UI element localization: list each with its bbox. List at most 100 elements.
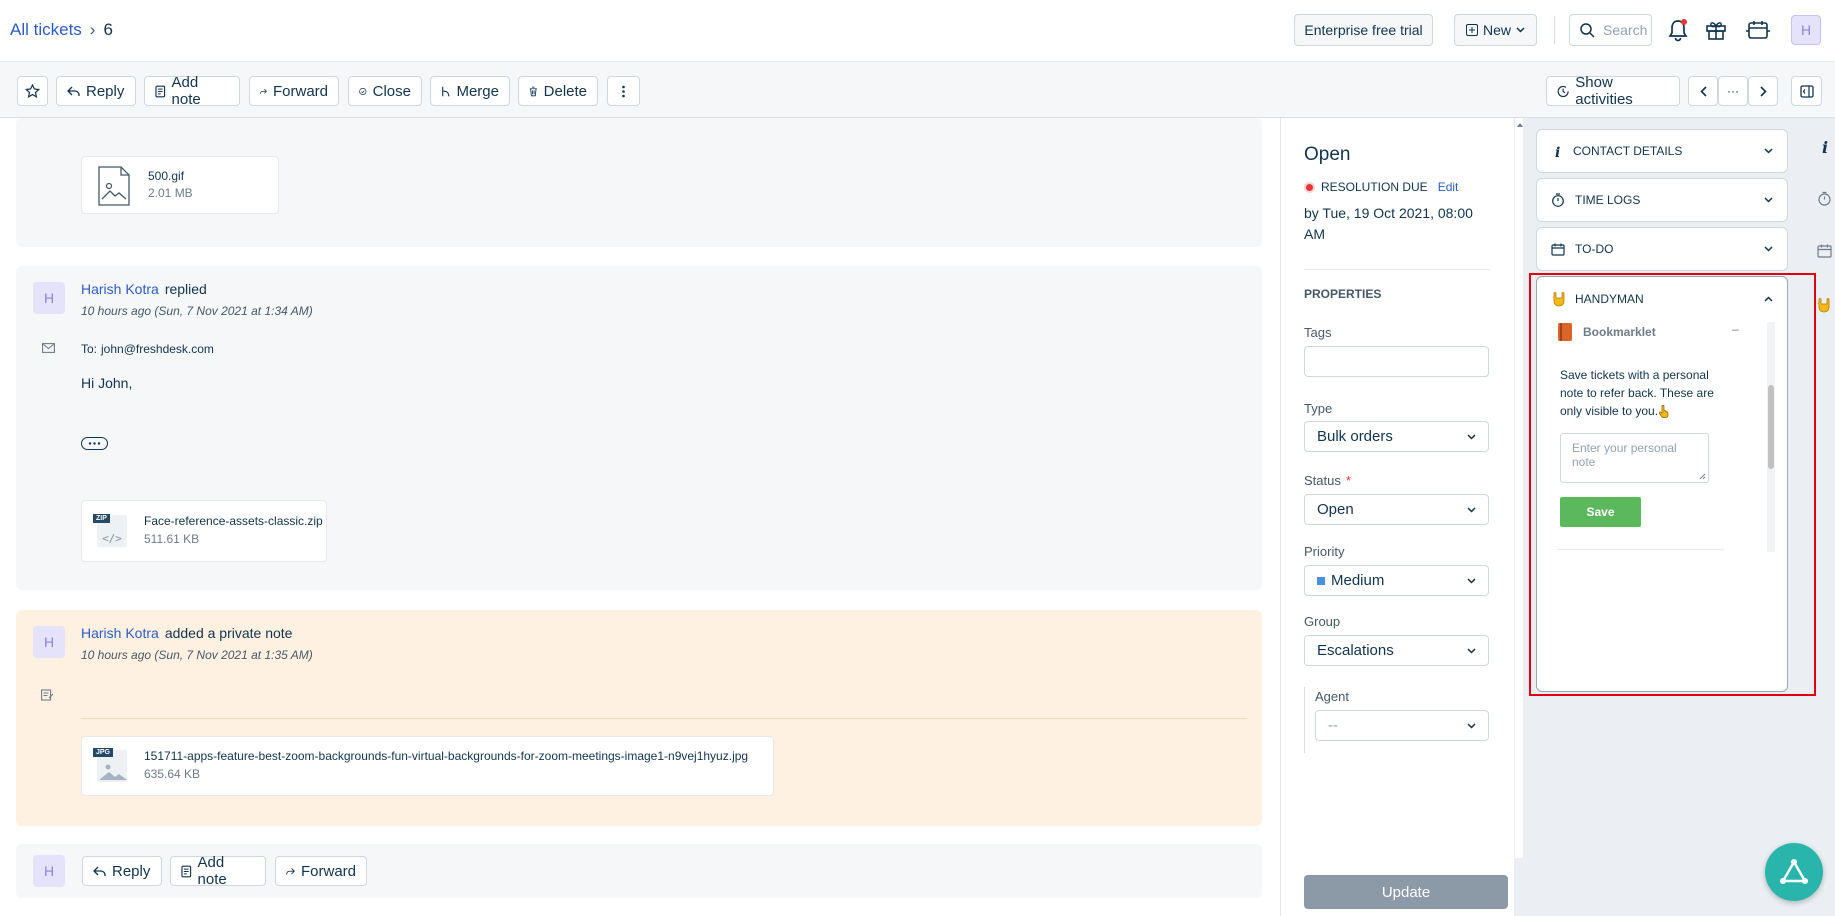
merge-icon bbox=[442, 86, 450, 96]
chevron-down-icon bbox=[1764, 197, 1773, 203]
contact-details-accordion[interactable]: i CONTACT DETAILS bbox=[1536, 129, 1788, 173]
group-label: Group bbox=[1304, 614, 1341, 629]
svg-text:i: i bbox=[1555, 145, 1560, 158]
type-label: Type bbox=[1304, 401, 1333, 416]
more-actions-button[interactable] bbox=[607, 76, 640, 106]
ticket-status-title: Open bbox=[1304, 144, 1351, 165]
bookmarklet-collapse-button[interactable]: – bbox=[1732, 322, 1739, 336]
author-name[interactable]: Harish Kotra bbox=[81, 281, 159, 297]
footer-add-note-button[interactable]: Add note bbox=[170, 854, 266, 888]
tags-input[interactable] bbox=[1304, 346, 1489, 377]
attachment-jpg[interactable]: JPG 151711-apps-feature-best-zoom-backgr… bbox=[81, 736, 774, 796]
overdue-dot-icon bbox=[1304, 181, 1315, 193]
previous-message-card: 500.gif 2.01 MB bbox=[16, 118, 1262, 247]
previous-ticket-button[interactable] bbox=[1688, 76, 1718, 106]
show-quoted-text-button[interactable] bbox=[81, 437, 108, 450]
footer-reply-button[interactable]: Reply bbox=[82, 856, 162, 886]
chevron-down-icon bbox=[1764, 246, 1773, 252]
attachment-zip[interactable]: </> ZIP Face-reference-assets-classic.zi… bbox=[81, 500, 327, 562]
enterprise-trial-button[interactable]: Enterprise free trial bbox=[1294, 14, 1433, 46]
chevron-down-icon bbox=[1764, 148, 1773, 154]
history-icon bbox=[1557, 85, 1569, 97]
gift-icon[interactable] bbox=[1704, 17, 1728, 43]
status-label-row: Status * bbox=[1304, 473, 1351, 488]
book-icon bbox=[1558, 323, 1572, 341]
vertical-dots-icon bbox=[622, 85, 625, 97]
priority-select[interactable]: Medium bbox=[1304, 565, 1489, 596]
reply-icon bbox=[67, 86, 80, 96]
footer-reply-bar: H Reply Add note Forward bbox=[16, 844, 1262, 898]
update-button[interactable]: Update bbox=[1304, 875, 1508, 909]
new-button[interactable]: New bbox=[1454, 14, 1537, 46]
user-avatar[interactable]: H bbox=[1791, 15, 1821, 45]
bookmarklet-description: Save tickets with a personal note to ref… bbox=[1560, 368, 1714, 418]
type-select[interactable]: Bulk orders bbox=[1304, 421, 1489, 452]
info-icon: i bbox=[1555, 145, 1560, 158]
chevron-down-icon bbox=[1467, 722, 1476, 729]
floating-apps-button[interactable] bbox=[1765, 843, 1823, 901]
rail-stopwatch-icon[interactable] bbox=[1814, 188, 1834, 208]
props-scrollbar-track bbox=[1515, 118, 1523, 858]
search-box[interactable]: Search bbox=[1569, 14, 1652, 46]
private-note-icon bbox=[41, 689, 54, 701]
breadcrumb-all-tickets[interactable]: All tickets bbox=[10, 20, 82, 40]
agent-field-guide bbox=[1304, 687, 1305, 753]
close-ticket-button[interactable]: Close bbox=[348, 76, 422, 106]
group-select[interactable]: Escalations bbox=[1304, 635, 1489, 666]
apps-calendar-icon[interactable] bbox=[1745, 17, 1771, 43]
resize-handle-icon bbox=[1699, 473, 1706, 480]
todo-accordion[interactable]: TO-DO bbox=[1536, 227, 1788, 271]
next-ticket-button[interactable] bbox=[1748, 76, 1778, 106]
notifications-bell-icon[interactable] bbox=[1666, 17, 1690, 43]
private-note-card: H Harish Kotra added a private note 10 h… bbox=[16, 610, 1262, 826]
save-note-button[interactable]: Save bbox=[1560, 497, 1641, 527]
forward-icon bbox=[286, 867, 295, 875]
agent-select[interactable]: -- bbox=[1315, 710, 1489, 741]
attachment-gif[interactable]: 500.gif 2.01 MB bbox=[81, 156, 279, 214]
chevron-left-icon bbox=[1699, 85, 1707, 97]
note-icon bbox=[155, 85, 166, 97]
breadcrumb: All tickets › 6 bbox=[10, 20, 113, 40]
due-date-text: by Tue, 19 Oct 2021, 08:00 AM bbox=[1304, 205, 1473, 242]
chevron-down-icon bbox=[1467, 577, 1476, 584]
bookmarklet-frame: Bookmarklet – Save tickets with a person… bbox=[1549, 322, 1767, 552]
apps-sidebar: i CONTACT DETAILS TIME LOGS TO-DO HANDYM… bbox=[1514, 118, 1835, 916]
priority-label: Priority bbox=[1304, 544, 1345, 559]
merge-button[interactable]: Merge bbox=[430, 76, 510, 106]
rail-handyman-icon[interactable] bbox=[1814, 295, 1834, 315]
rail-info-icon[interactable]: i bbox=[1814, 137, 1834, 157]
footer-forward-button[interactable]: Forward bbox=[275, 856, 367, 886]
handyman-scrollbar-thumb[interactable] bbox=[1768, 385, 1774, 469]
sidebar-toggle-icon bbox=[1799, 84, 1814, 98]
priority-color-swatch bbox=[1317, 576, 1325, 585]
action-text: replied bbox=[164, 281, 207, 297]
divider bbox=[1304, 269, 1490, 270]
star-button[interactable] bbox=[17, 76, 48, 106]
personal-note-textarea[interactable]: Enter your personal note bbox=[1560, 433, 1709, 483]
reply-timestamp: 10 hours ago (Sun, 7 Nov 2021 at 1:34 AM… bbox=[81, 304, 313, 318]
stopwatch-icon bbox=[1552, 193, 1564, 207]
recipient-line: To: john@freshdesk.com bbox=[81, 342, 214, 356]
ellipsis-icon bbox=[88, 442, 101, 445]
breadcrumb-separator: › bbox=[89, 20, 96, 39]
handyman-header[interactable]: HANDYMAN bbox=[1537, 277, 1787, 321]
ticket-list-more-button[interactable]: ··· bbox=[1718, 76, 1748, 106]
star-icon bbox=[25, 83, 40, 98]
note-timestamp: 10 hours ago (Sun, 7 Nov 2021 at 1:35 AM… bbox=[81, 648, 313, 662]
toggle-sidebar-button[interactable] bbox=[1791, 76, 1822, 106]
jpg-badge: JPG bbox=[93, 748, 114, 757]
add-note-button[interactable]: Add note bbox=[144, 74, 240, 108]
reply-button[interactable]: Reply bbox=[56, 76, 136, 106]
author-name[interactable]: Harish Kotra bbox=[81, 625, 159, 641]
divider bbox=[1554, 16, 1555, 44]
delete-button[interactable]: Delete bbox=[518, 76, 598, 106]
status-select[interactable]: Open bbox=[1304, 494, 1489, 525]
show-activities-button[interactable]: Show activities bbox=[1546, 74, 1680, 108]
forward-button[interactable]: Forward bbox=[249, 76, 339, 106]
search-icon bbox=[1580, 22, 1595, 38]
time-logs-accordion[interactable]: TIME LOGS bbox=[1536, 178, 1788, 222]
email-icon bbox=[42, 343, 55, 353]
rail-calendar-icon[interactable] bbox=[1814, 241, 1834, 261]
properties-section-title: PROPERTIES bbox=[1304, 287, 1382, 301]
edit-due-link[interactable]: Edit bbox=[1438, 180, 1459, 194]
